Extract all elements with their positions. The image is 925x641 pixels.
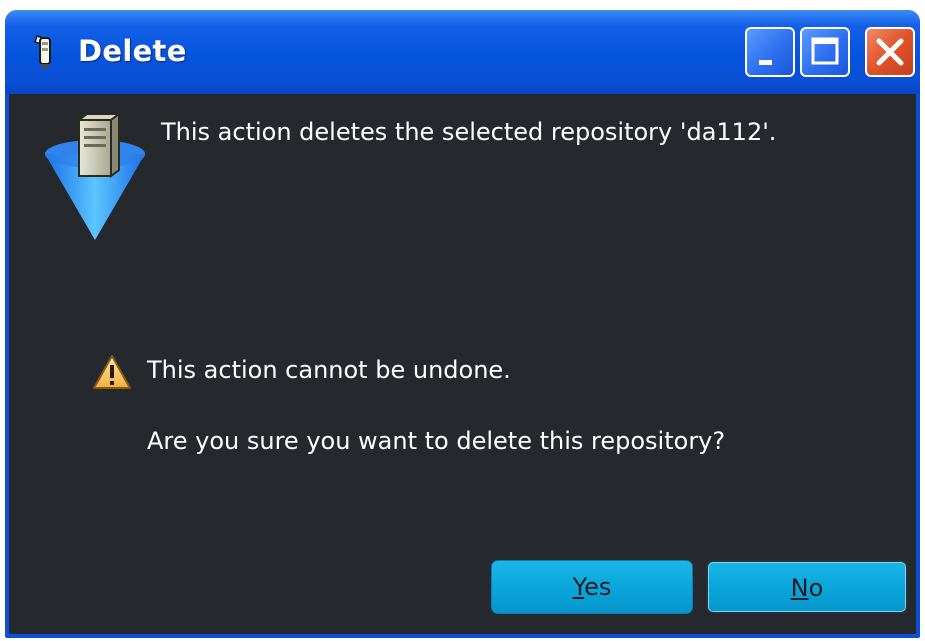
warning-text: This action cannot be undone. — [147, 356, 511, 384]
delete-dialog-window: Delete This action deletes the selected … — [5, 10, 920, 638]
maximize-button[interactable] — [800, 27, 850, 77]
app-title-icon — [31, 32, 59, 72]
yes-button[interactable]: Yes — [491, 560, 693, 614]
description-text: This action deletes the selected reposit… — [161, 118, 777, 146]
warning-icon — [92, 354, 132, 390]
no-button[interactable]: No — [706, 560, 908, 614]
yes-button-mnemonic: Y — [572, 573, 585, 601]
dialog-body: This action deletes the selected reposit… — [9, 94, 916, 634]
repository-icon — [37, 112, 153, 242]
window-title: Delete — [78, 34, 187, 68]
no-button-mnemonic: N — [790, 574, 809, 602]
title-bar[interactable]: Delete — [5, 10, 920, 94]
minimize-button[interactable] — [745, 27, 795, 77]
yes-button-label: es — [584, 573, 612, 601]
confirmation-question: Are you sure you want to delete this rep… — [147, 427, 726, 455]
no-button-label: o — [808, 574, 824, 602]
close-button[interactable] — [865, 27, 915, 77]
